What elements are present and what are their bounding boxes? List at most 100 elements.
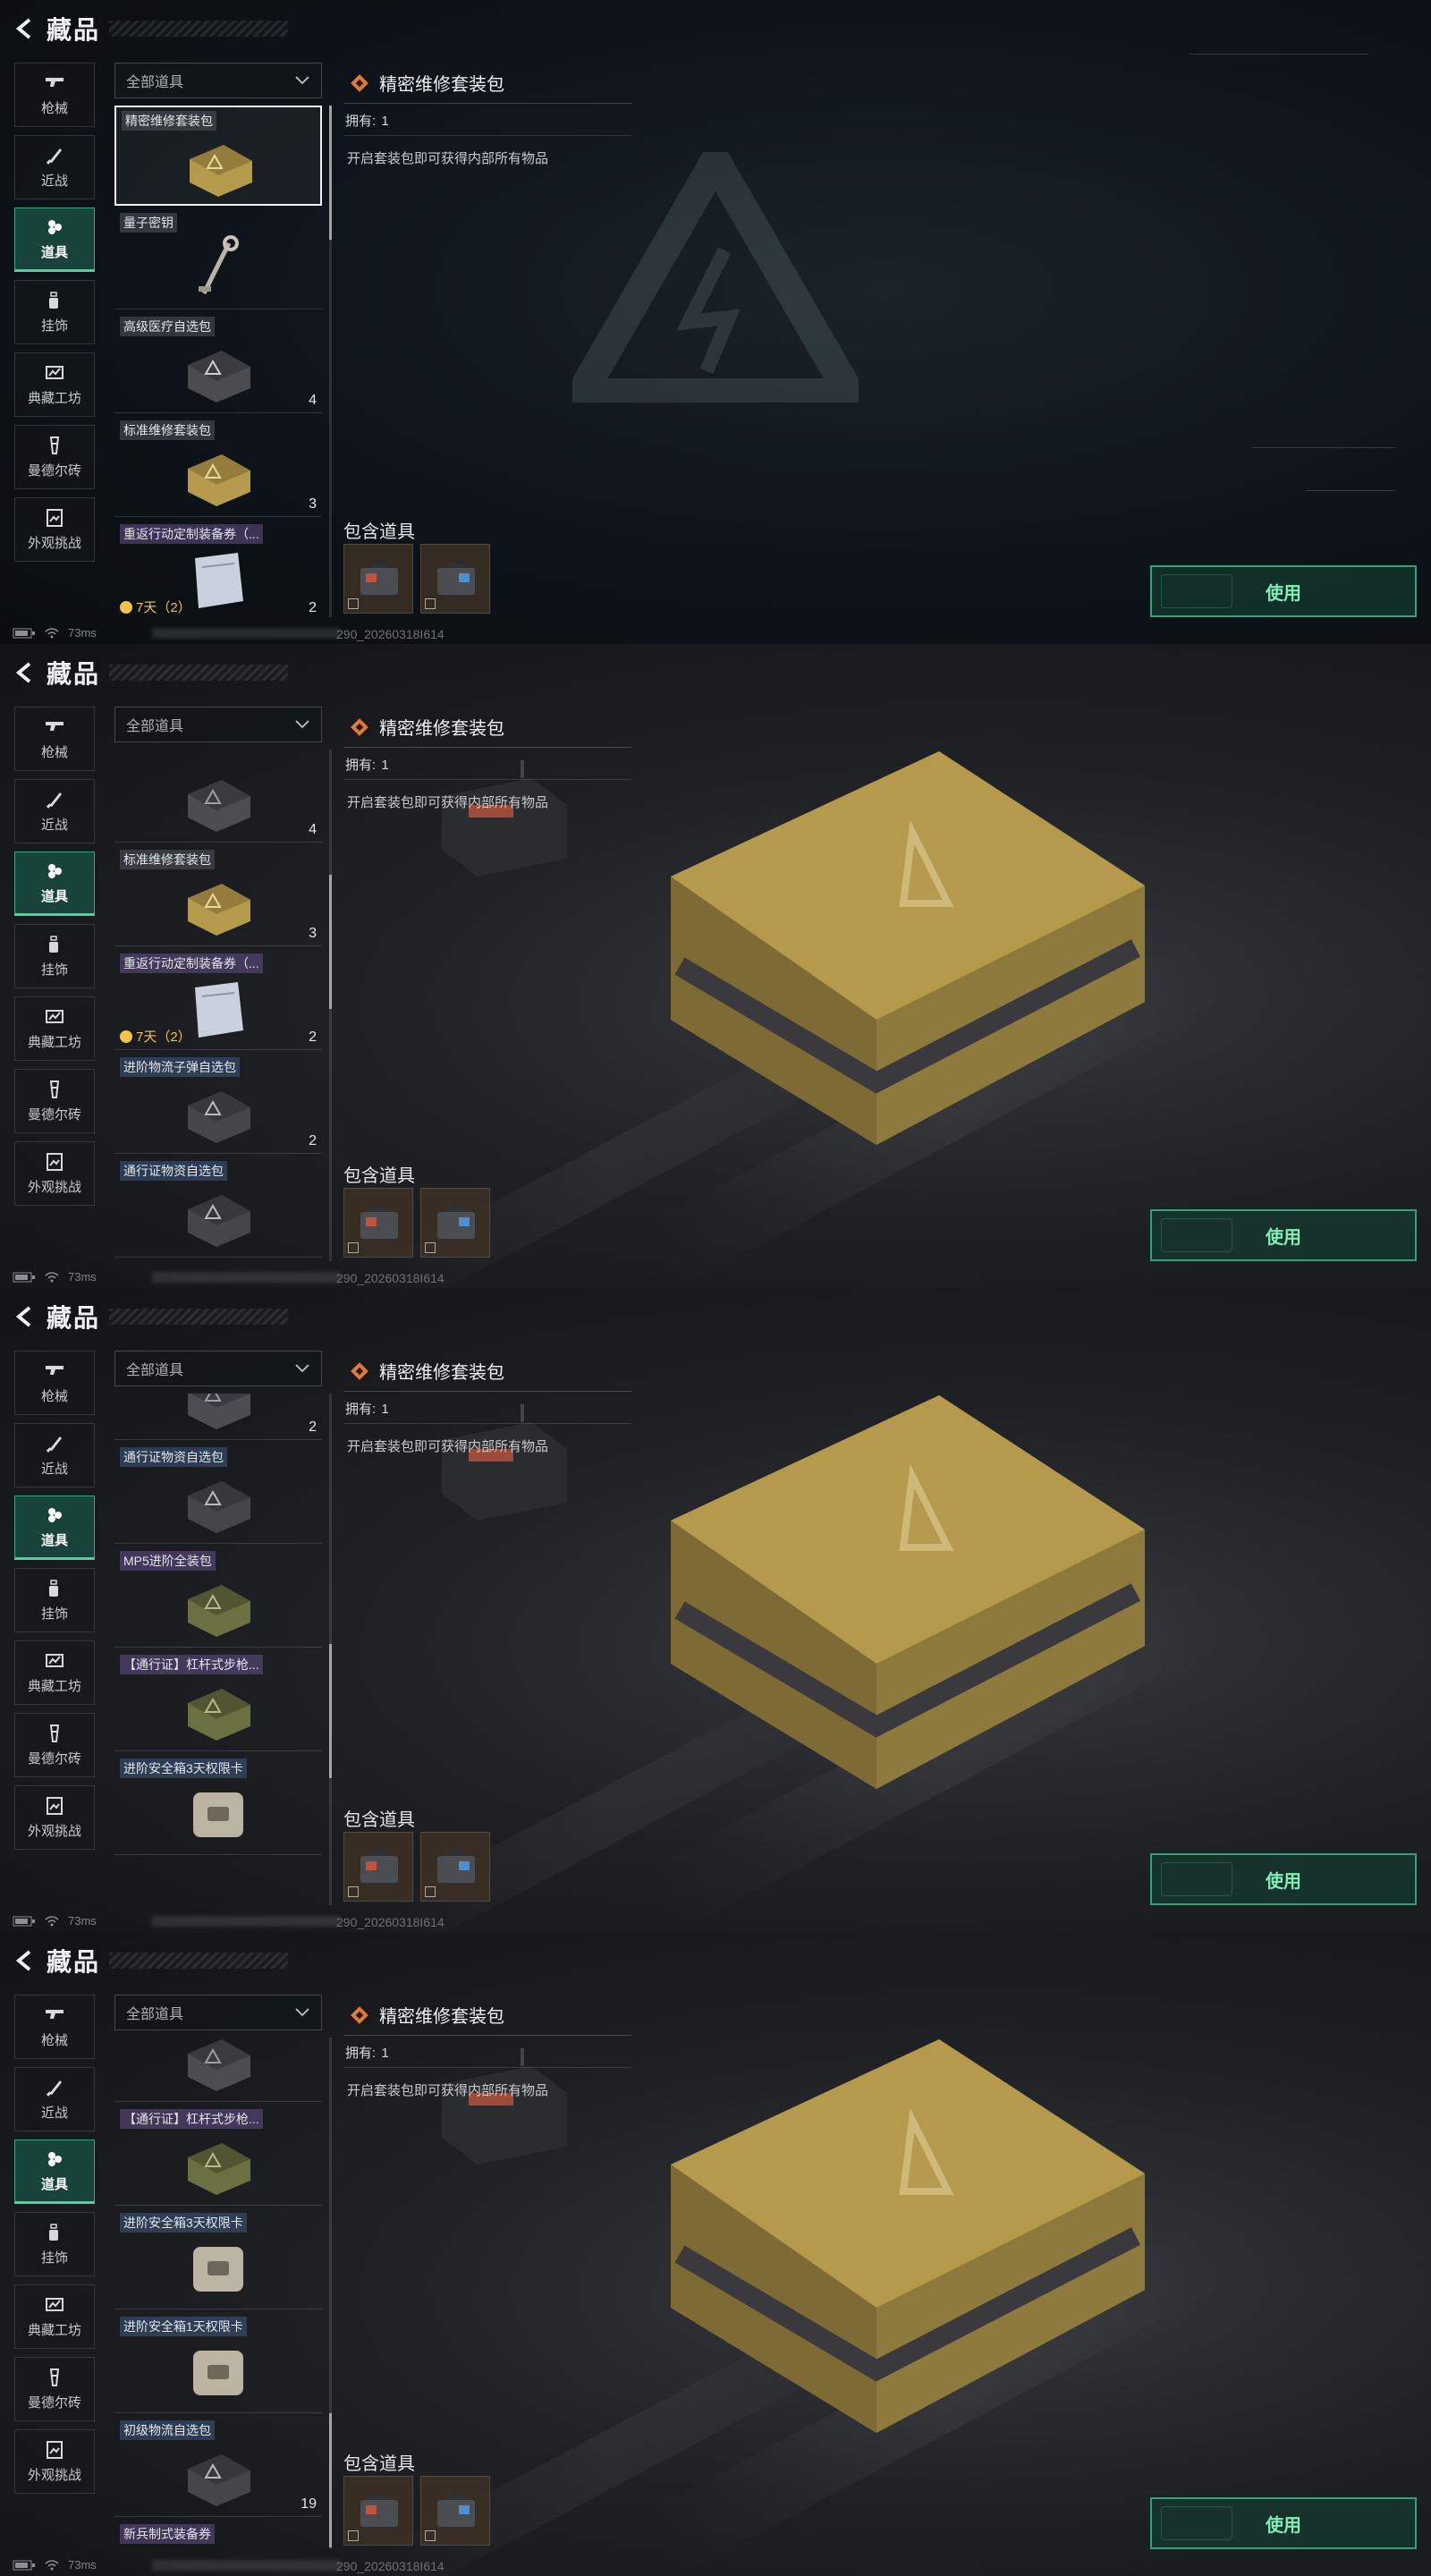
uid-redaction	[152, 1272, 340, 1283]
sidebar-item-knife[interactable]: 近战	[14, 779, 95, 843]
sidebar-item-charm[interactable]: 挂饰	[14, 2212, 95, 2276]
sidebar-item-items[interactable]: 道具	[14, 1496, 95, 1560]
sidebar-item-workshop[interactable]: 典藏工坊	[14, 996, 95, 1061]
contained-item-repair-kit-blue[interactable]	[420, 2476, 490, 2546]
back-arrow-icon[interactable]	[13, 660, 38, 685]
scroll-thumb[interactable]	[329, 106, 332, 240]
wifi-icon	[45, 1271, 59, 1282]
sidebar-item-brick[interactable]: 曼德尔砖	[14, 2357, 95, 2421]
use-button[interactable]: 使用	[1150, 1853, 1417, 1905]
list-item[interactable]: 4	[114, 750, 322, 843]
item-name: 标准维修套装包	[120, 420, 215, 440]
sidebar-item-gun[interactable]: 枪械	[14, 63, 95, 127]
item-list[interactable]: 2 通行证物资自选包 MP5进阶全装包 【通行证】杠杆式步枪... 进阶安全箱3天权限卡	[114, 1394, 322, 1905]
list-item[interactable]: 标准维修套装包 3	[114, 417, 322, 517]
item-list[interactable]: 精密维修套装包 量子密钥 高级医疗自选包 4 标准维修套装包 3 重返行动定制装备券（...…	[114, 106, 322, 617]
back-arrow-icon[interactable]	[13, 1304, 38, 1329]
sidebar-item-label: 外观挑战	[27, 1823, 81, 1839]
contained-item-repair-kit-red[interactable]	[343, 2476, 413, 2546]
back-arrow-icon[interactable]	[13, 16, 38, 41]
list-item[interactable]: 通行证物资自选包	[114, 1157, 322, 1258]
list-item[interactable]: 重返行动定制装备券（... 2 7天（2）	[114, 950, 322, 1050]
item-list[interactable]: 【通行证】杠杆式步枪... 进阶安全箱3天权限卡 进阶安全箱1天权限卡 初级物流自选包…	[114, 2038, 322, 2549]
list-item[interactable]: 精密维修套装包	[114, 106, 322, 206]
list-item[interactable]: 2	[114, 1394, 322, 1440]
sidebar-item-challenge[interactable]: 外观挑战	[14, 1141, 95, 1206]
owned-label: 拥有:	[345, 1402, 377, 1417]
sidebar-item-workshop[interactable]: 典藏工坊	[14, 1640, 95, 1705]
category-filter-dropdown[interactable]: 全部道具	[114, 63, 322, 98]
list-item[interactable]: 初级物流自选包 19	[114, 2417, 322, 2517]
workshop-icon	[43, 1007, 66, 1027]
contained-item-repair-kit-blue[interactable]	[420, 1188, 490, 1258]
use-button[interactable]: 使用	[1150, 1209, 1417, 1261]
contained-item-repair-kit-red[interactable]	[343, 544, 413, 614]
use-button[interactable]: 使用	[1150, 565, 1417, 617]
list-item[interactable]: 【通行证】杠杆式步枪...	[114, 1651, 322, 1751]
contained-item-repair-kit-blue[interactable]	[420, 544, 490, 614]
list-item[interactable]: 标准维修套装包 3	[114, 846, 322, 946]
list-scrollbar[interactable]	[329, 1394, 332, 1905]
sidebar-item-knife[interactable]: 近战	[14, 2067, 95, 2131]
sidebar-item-items[interactable]: 道具	[14, 2140, 95, 2204]
crate-illustration	[671, 751, 1145, 1145]
list-item[interactable]	[114, 2038, 322, 2102]
sidebar-item-charm[interactable]: 挂饰	[14, 924, 95, 988]
list-item[interactable]: 进阶安全箱1天权限卡	[114, 2313, 322, 2413]
sidebar-item-items[interactable]: 道具	[14, 208, 95, 272]
list-item[interactable]: 进阶安全箱3天权限卡	[114, 2209, 322, 2309]
sidebar-item-charm[interactable]: 挂饰	[14, 280, 95, 344]
category-sidebar: 枪械近战道具挂饰典藏工坊曼德尔砖外观挑战	[14, 1351, 95, 1858]
back-arrow-icon[interactable]	[13, 1948, 38, 1973]
sidebar-item-workshop[interactable]: 典藏工坊	[14, 2284, 95, 2349]
sidebar-item-brick[interactable]: 曼德尔砖	[14, 1069, 95, 1133]
list-item[interactable]: MP5进阶全装包	[114, 1547, 322, 1648]
contained-item-repair-kit-red[interactable]	[343, 1832, 413, 1902]
list-item[interactable]: 通行证物资自选包	[114, 1444, 322, 1544]
list-scrollbar[interactable]	[329, 106, 332, 617]
sidebar-item-knife[interactable]: 近战	[14, 1423, 95, 1487]
list-item[interactable]: 重返行动定制装备券（... 2 7天（2）	[114, 521, 322, 617]
sidebar-item-label: 枪械	[40, 2032, 68, 2048]
contained-items	[343, 2476, 490, 2546]
category-filter-dropdown[interactable]: 全部道具	[114, 1995, 322, 2030]
scroll-thumb[interactable]	[329, 2413, 332, 2547]
ping-value: 73ms	[68, 1270, 97, 1284]
category-filter-dropdown[interactable]: 全部道具	[114, 1351, 322, 1386]
scroll-thumb[interactable]	[329, 1644, 332, 1778]
sidebar-item-knife[interactable]: 近战	[14, 135, 95, 199]
list-item[interactable]: 【通行证】杠杆式步枪...	[114, 2106, 322, 2206]
item-name: 【通行证】杠杆式步枪...	[120, 2109, 263, 2129]
sidebar-item-challenge[interactable]: 外观挑战	[14, 497, 95, 562]
category-filter-dropdown[interactable]: 全部道具	[114, 707, 322, 742]
sidebar-item-charm[interactable]: 挂饰	[14, 1568, 95, 1632]
sidebar-item-brick[interactable]: 曼德尔砖	[14, 425, 95, 489]
list-item[interactable]: 量子密钥	[114, 209, 322, 309]
sidebar-item-gun[interactable]: 枪械	[14, 707, 95, 771]
contained-items	[343, 1188, 490, 1258]
sidebar-item-gun[interactable]: 枪械	[14, 1351, 95, 1415]
list-item[interactable]: 新兵制式装备券	[114, 2521, 322, 2549]
list-item[interactable]: 高级医疗自选包 4	[114, 313, 322, 413]
list-scrollbar[interactable]	[329, 750, 332, 1261]
sidebar-item-gun[interactable]: 枪械	[14, 1995, 95, 2059]
list-item[interactable]: 进阶安全箱3天权限卡	[114, 1755, 322, 1855]
items-icon	[43, 2149, 66, 2169]
sidebar-item-label: 道具	[40, 244, 68, 260]
list-scrollbar[interactable]	[329, 2038, 332, 2549]
contained-item-repair-kit-red[interactable]	[343, 1188, 413, 1258]
item-list[interactable]: 4 标准维修套装包 3 重返行动定制装备券（... 2 7天（2） 进阶物流子弹自选包 2 通行…	[114, 750, 322, 1261]
scroll-thumb[interactable]	[329, 875, 332, 1009]
sidebar-item-items[interactable]: 道具	[14, 852, 95, 916]
uid-redaction	[152, 2560, 340, 2571]
item-description: 开启套装包即可获得内部所有物品	[347, 151, 549, 166]
sidebar-item-workshop[interactable]: 典藏工坊	[14, 352, 95, 417]
use-button[interactable]: 使用	[1150, 2497, 1417, 2549]
sidebar-item-challenge[interactable]: 外观挑战	[14, 2429, 95, 2494]
sidebar-item-label: 外观挑战	[27, 535, 81, 551]
list-item[interactable]: 进阶物流子弹自选包 2	[114, 1054, 322, 1154]
sidebar-item-brick[interactable]: 曼德尔砖	[14, 1713, 95, 1777]
sidebar-item-challenge[interactable]: 外观挑战	[14, 1785, 95, 1850]
contained-item-repair-kit-blue[interactable]	[420, 1832, 490, 1902]
clock-icon	[120, 600, 132, 614]
